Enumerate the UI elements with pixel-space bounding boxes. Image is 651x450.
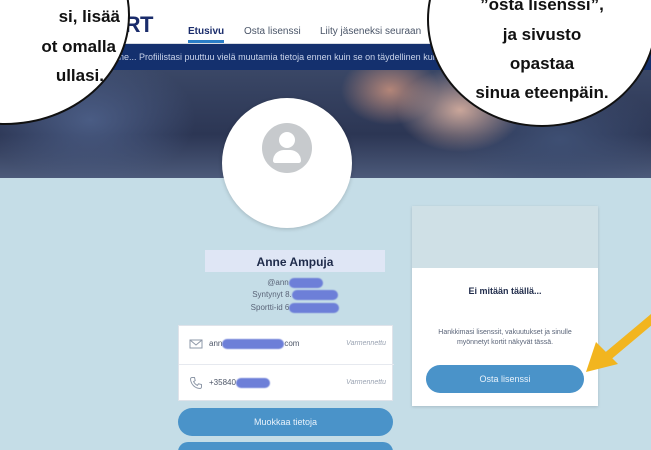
redaction-blur	[235, 378, 270, 388]
phone-prefix: +35840	[209, 378, 236, 388]
notice-text: Anne... Profiilistasi puuttuu vielä muut…	[108, 52, 440, 62]
license-card-text: Hankkimasi lisenssit, vakuutukset ja sin…	[438, 329, 572, 346]
redaction-blur	[288, 278, 323, 288]
profile-name-bar: Anne Ampuja	[205, 250, 385, 272]
nav-link-home[interactable]: Etusivu	[188, 26, 225, 43]
redaction-blur	[222, 339, 285, 349]
buy-license-button[interactable]: Osta lisenssi	[426, 365, 584, 393]
profile-birth-line: Syntynyt 8.	[205, 290, 385, 300]
bubble-left-line-2: ot omalla	[41, 37, 116, 56]
redaction-blur	[289, 303, 340, 313]
nav-link-buy-license[interactable]: Osta lisenssi	[244, 26, 301, 37]
user-placeholder-icon	[262, 123, 312, 173]
bubble-left-line-3: ullasi.	[55, 66, 104, 85]
profile-avatar[interactable]	[222, 98, 352, 228]
edit-profile-button[interactable]: Muokkaa tietoja	[178, 408, 393, 436]
email-value: ann com	[209, 339, 299, 349]
phone-row[interactable]: +35840 Varmennettu	[179, 364, 394, 402]
email-suffix: com	[284, 339, 300, 349]
bubble-left-line-1: si, lisää	[58, 7, 120, 26]
contact-details-box: ann com Varmennettu +35840 Varmennettu	[178, 325, 394, 402]
license-card-title: Ei mitään täällä...	[468, 286, 542, 296]
profile-birth: Syntynyt 8.	[252, 290, 292, 300]
redaction-blur	[291, 290, 338, 300]
phone-verified-label: Varmennettu	[346, 379, 386, 386]
phone-value: +35840	[209, 378, 270, 388]
bubble-right-line-1: ”osta lisenssi”,	[480, 0, 604, 14]
screenshot-frame: ORT Etusivu Osta lisenssi Liity jäseneks…	[0, 0, 651, 450]
email-row[interactable]: ann com Varmennettu	[179, 326, 394, 364]
profile-handle-line: @ann	[205, 278, 385, 288]
license-card-header	[412, 206, 598, 268]
nav-link-join-club[interactable]: Liity jäseneksi seuraan	[320, 26, 421, 37]
bubble-right-line-4: sinua eteenpäin.	[475, 83, 609, 102]
license-card: Ei mitään täällä... Hankkimasi lisenssit…	[412, 206, 598, 406]
yellow-arrow-icon	[586, 314, 651, 372]
profile-name-card: Anne Ampuja @ann Syntynyt 8. Sportti-id …	[205, 250, 385, 320]
phone-icon	[189, 377, 202, 390]
profile-name: Anne Ampuja	[256, 255, 334, 269]
bubble-right-line-2: ja sivusto	[502, 25, 582, 44]
profile-handle: @ann	[267, 278, 289, 288]
email-prefix: ann	[209, 339, 223, 349]
bubble-right-line-3: opastaa	[509, 54, 575, 73]
mail-icon	[189, 339, 203, 349]
secondary-profile-button[interactable]	[178, 442, 393, 450]
profile-sport-id: Sportti-id 6	[250, 303, 290, 313]
profile-sport-id-line: Sportti-id 6	[205, 303, 385, 313]
email-verified-label: Varmennettu	[346, 340, 386, 347]
